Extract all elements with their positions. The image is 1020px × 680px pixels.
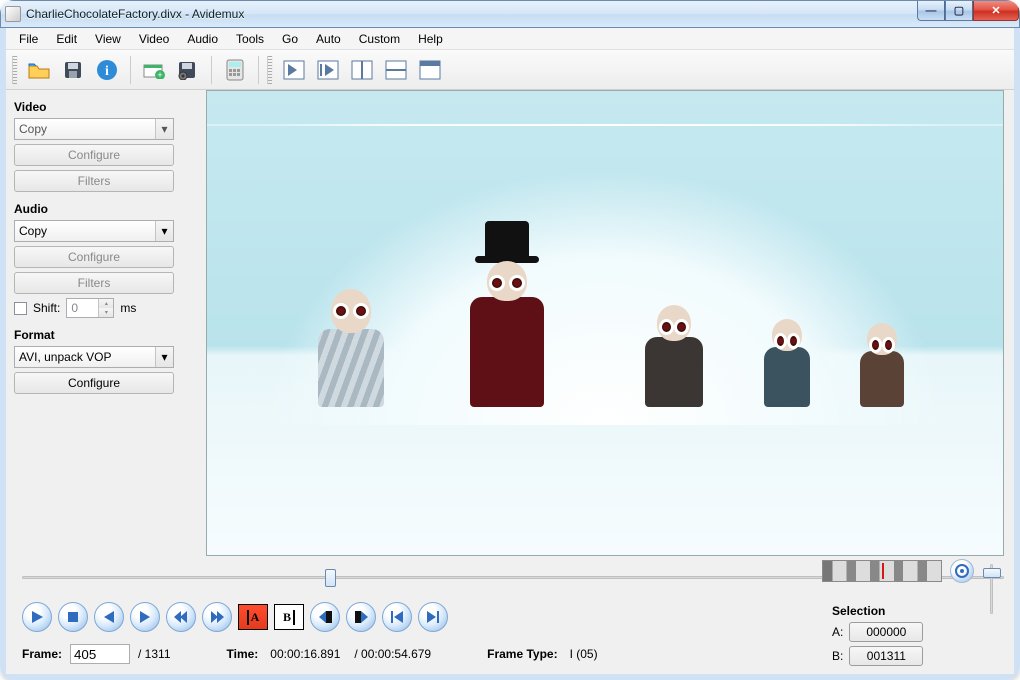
title-bar: CharlieChocolateFactory.divx - Avidemux … [0, 0, 1020, 28]
save-video-icon[interactable] [173, 55, 203, 85]
format-configure-button[interactable]: Configure [14, 372, 174, 394]
audio-configure-button[interactable]: Configure [14, 246, 174, 268]
menu-tools[interactable]: Tools [227, 30, 273, 48]
stop-button[interactable] [58, 602, 88, 632]
separate-window-icon[interactable] [415, 55, 445, 85]
video-codec-select[interactable]: Copy▾ [14, 118, 174, 140]
next-black-frame-button[interactable] [346, 602, 376, 632]
menu-custom[interactable]: Custom [350, 30, 409, 48]
menu-view[interactable]: View [86, 30, 130, 48]
selection-a-label: A: [832, 625, 843, 639]
video-filters-button[interactable]: Filters [14, 170, 174, 192]
menu-bar: File Edit View Video Audio Tools Go Auto… [6, 28, 1014, 50]
frametype-value: I (05) [570, 647, 598, 661]
menu-file[interactable]: File [10, 30, 47, 48]
frame-label: Frame: [22, 647, 62, 661]
bottom-panel: A B Frame: / 1311 Time: 00:00:16.891 / 0… [6, 556, 1014, 674]
toolbar-handle[interactable] [12, 56, 18, 84]
selection-a-button[interactable]: 000000 [849, 622, 923, 642]
set-marker-a-button[interactable]: A [238, 604, 268, 630]
sidebar: Video Copy▾ Configure Filters Audio Copy… [6, 90, 206, 556]
menu-go[interactable]: Go [273, 30, 307, 48]
frametype-label: Frame Type: [487, 647, 557, 661]
play-button[interactable] [22, 602, 52, 632]
close-button[interactable]: ✕ [973, 1, 1019, 21]
minimize-button[interactable]: — [917, 1, 945, 21]
set-marker-b-button[interactable]: B [274, 604, 304, 630]
format-select[interactable]: AVI, unpack VOP▾ [14, 346, 174, 368]
selection-b-label: B: [832, 649, 843, 663]
chevron-down-icon: ▾ [155, 221, 173, 241]
toolbar-separator [211, 56, 212, 84]
open-icon[interactable] [24, 55, 54, 85]
play-icon[interactable] [313, 55, 343, 85]
menu-video[interactable]: Video [130, 30, 178, 48]
calculator-icon[interactable] [220, 55, 250, 85]
toolbar-handle[interactable] [267, 56, 273, 84]
first-frame-button[interactable] [382, 602, 412, 632]
svg-text:i: i [105, 64, 109, 79]
append-icon[interactable]: + [139, 55, 169, 85]
shift-label: Shift: [33, 301, 60, 315]
audio-heading: Audio [14, 202, 198, 216]
next-frame-button[interactable] [130, 602, 160, 632]
menu-edit[interactable]: Edit [47, 30, 86, 48]
video-heading: Video [14, 100, 198, 114]
chevron-down-icon: ▾ [155, 119, 173, 139]
volume-thumb[interactable] [983, 568, 1001, 578]
chevron-down-icon: ▾ [155, 347, 173, 367]
audio-codec-select[interactable]: Copy▾ [14, 220, 174, 242]
window-title: CharlieChocolateFactory.divx - Avidemux [26, 7, 244, 21]
info-icon[interactable]: i [92, 55, 122, 85]
time-label: Time: [227, 647, 259, 661]
format-heading: Format [14, 328, 198, 342]
shift-unit: ms [120, 301, 136, 315]
app-icon [5, 6, 21, 22]
play-filtered-icon[interactable] [279, 55, 309, 85]
toolbar-separator [258, 56, 259, 84]
shift-checkbox[interactable] [14, 302, 27, 315]
menu-help[interactable]: Help [409, 30, 452, 48]
time-total: / 00:00:54.679 [354, 647, 431, 661]
jog-wheel[interactable] [822, 560, 942, 582]
prev-keyframe-button[interactable] [166, 602, 196, 632]
selection-heading: Selection [832, 604, 1002, 618]
save-icon[interactable] [58, 55, 88, 85]
maximize-button[interactable]: ▢ [945, 1, 973, 21]
split-vertical-icon[interactable] [347, 55, 377, 85]
time-current: 00:00:16.891 [270, 647, 340, 661]
video-configure-button[interactable]: Configure [14, 144, 174, 166]
prev-frame-button[interactable] [94, 602, 124, 632]
shift-spinner[interactable]: 0▴▾ [66, 298, 114, 318]
selection-panel: Selection A: 000000 B: 001311 [832, 604, 1002, 670]
audio-toggle-button[interactable] [950, 559, 974, 583]
frame-input[interactable] [70, 644, 130, 664]
selection-b-button[interactable]: 001311 [849, 646, 923, 666]
main-toolbar: i + [6, 50, 1014, 90]
prev-black-frame-button[interactable] [310, 602, 340, 632]
frame-total: / 1311 [138, 647, 170, 661]
split-horizontal-icon[interactable] [381, 55, 411, 85]
video-preview [206, 90, 1004, 556]
menu-auto[interactable]: Auto [307, 30, 350, 48]
audio-filters-button[interactable]: Filters [14, 272, 174, 294]
last-frame-button[interactable] [418, 602, 448, 632]
timeline-thumb[interactable] [325, 569, 336, 587]
toolbar-separator [130, 56, 131, 84]
menu-audio[interactable]: Audio [178, 30, 227, 48]
next-keyframe-button[interactable] [202, 602, 232, 632]
svg-text:+: + [157, 70, 162, 79]
